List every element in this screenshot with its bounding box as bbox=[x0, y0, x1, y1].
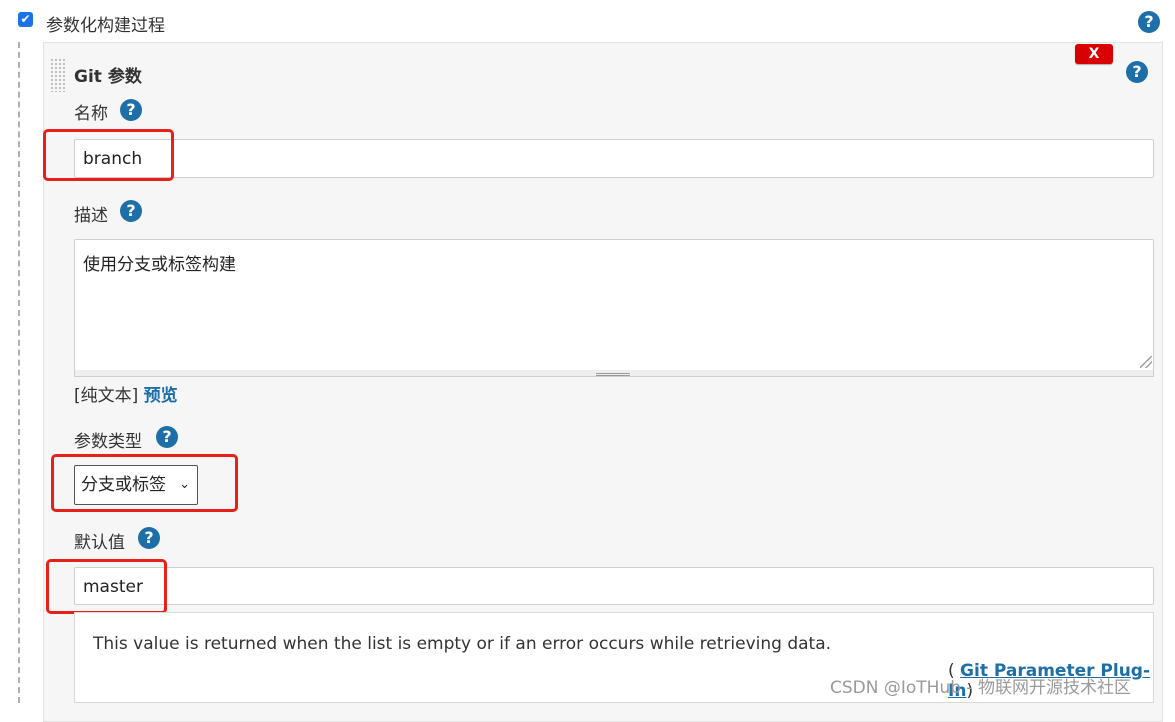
preview-link[interactable]: 预览 bbox=[144, 386, 178, 406]
csdn-watermark: CSDN @IoTHub - 物联网开源技术社区 bbox=[830, 678, 1131, 698]
default-value-label: 默认值 bbox=[74, 533, 125, 553]
name-input[interactable]: branch bbox=[74, 139, 1154, 178]
description-textarea[interactable]: 使用分支或标签构建 bbox=[74, 239, 1154, 371]
param-type-highlight-box bbox=[51, 454, 238, 512]
param-type-label: 参数类型 bbox=[74, 432, 142, 452]
name-label: 名称 bbox=[74, 104, 108, 124]
plain-text-label: [纯文本] bbox=[74, 386, 139, 406]
delete-parameter-button[interactable]: X bbox=[1075, 44, 1113, 64]
section-help-icon[interactable]: ? bbox=[1138, 11, 1160, 33]
textarea-resize-grip-icon[interactable] bbox=[1140, 356, 1152, 368]
parameter-type-title: Git 参数 bbox=[74, 67, 142, 87]
parameterized-build-label: 参数化构建过程 bbox=[46, 16, 165, 36]
section-indent-guide bbox=[18, 42, 20, 703]
drag-handle-icon[interactable] bbox=[50, 58, 66, 92]
default-value-help-icon[interactable]: ? bbox=[138, 527, 160, 549]
expand-grip-icon bbox=[596, 373, 630, 376]
parameter-help-icon[interactable]: ? bbox=[1126, 61, 1148, 83]
param-type-help-icon[interactable]: ? bbox=[156, 426, 178, 448]
name-help-icon[interactable]: ? bbox=[120, 99, 142, 121]
default-value-input[interactable]: master bbox=[74, 567, 1154, 605]
name-highlight-box bbox=[43, 129, 174, 181]
description-label: 描述 bbox=[74, 206, 108, 226]
parameterized-build-checkbox[interactable]: ✔ bbox=[18, 12, 33, 27]
description-help-icon[interactable]: ? bbox=[120, 200, 142, 222]
default-value-help-text: This value is returned when the list is … bbox=[93, 634, 832, 654]
default-value-highlight-box bbox=[46, 559, 167, 614]
markup-format: [纯文本] 预览 bbox=[74, 381, 178, 406]
